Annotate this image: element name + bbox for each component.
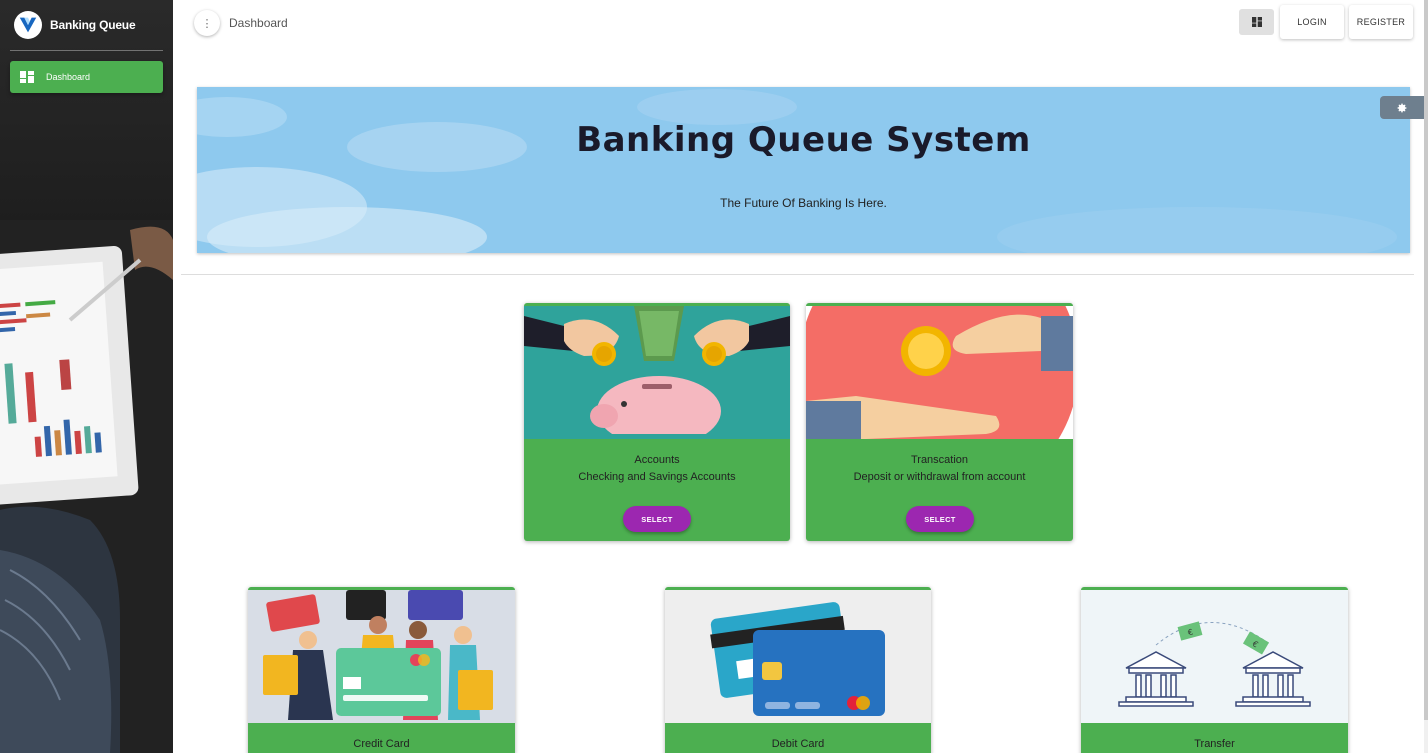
coin-handover-illustration [806, 306, 1073, 439]
sidebar-item-dashboard[interactable]: Dashboard [10, 61, 163, 93]
hero-banner: Banking Queue System The Future Of Banki… [197, 87, 1410, 253]
settings-button[interactable] [1380, 96, 1424, 119]
credit-card-shoppers-illustration [248, 590, 515, 723]
login-button[interactable]: LOGIN [1280, 5, 1344, 39]
page-scrollbar-thumb[interactable] [1424, 0, 1428, 720]
gear-icon [1397, 103, 1407, 112]
register-button[interactable]: REGISTER [1349, 5, 1413, 39]
sidebar-background-photo [0, 220, 173, 753]
sidebar-item-label: Dashboard [46, 72, 91, 82]
view-toggle-button[interactable] [1239, 9, 1274, 35]
accounts-card: Accounts Checking and Savings Accounts S… [524, 303, 790, 541]
debit-card-card: Debit Card [665, 587, 931, 753]
credit-card-card: Credit Card [248, 587, 515, 753]
dashboard-icon [1251, 17, 1262, 27]
card-title: Transcation [910, 454, 969, 466]
transfer-card: € € Transfer [1081, 587, 1348, 753]
card-description: Checking and Savings Accounts [578, 471, 736, 483]
vuetify-logo-icon [14, 11, 42, 39]
dashboard-icon [20, 71, 34, 83]
card-title: Accounts [634, 454, 680, 466]
piggy-bank-illustration [524, 306, 790, 439]
transaction-card: Transcation Deposit or withdrawal from a… [806, 303, 1073, 541]
app-name: Banking Queue [50, 18, 136, 32]
debit-cards-illustration [665, 590, 931, 723]
card-title: Transfer [1194, 738, 1235, 750]
bank-transfer-illustration: € € [1081, 590, 1348, 723]
section-divider [181, 274, 1414, 275]
sidebar-divider [10, 50, 163, 51]
card-description: Deposit or withdrawal from account [853, 471, 1026, 483]
vertical-dots-icon: ⋮ [201, 17, 213, 30]
sidebar: Banking Queue Dashboard [0, 0, 173, 753]
select-button[interactable]: SELECT [906, 506, 974, 532]
banner-title: Banking Queue System [576, 120, 1031, 160]
card-title: Debit Card [771, 738, 825, 750]
card-title: Credit Card [353, 738, 410, 750]
menu-button[interactable]: ⋮ [194, 10, 220, 36]
brand[interactable]: Banking Queue [14, 11, 136, 39]
breadcrumb: Dashboard [229, 16, 288, 30]
banner-subtitle: The Future Of Banking Is Here. [720, 196, 887, 210]
select-button[interactable]: SELECT [623, 506, 691, 532]
sky-clouds-background [197, 87, 1410, 253]
